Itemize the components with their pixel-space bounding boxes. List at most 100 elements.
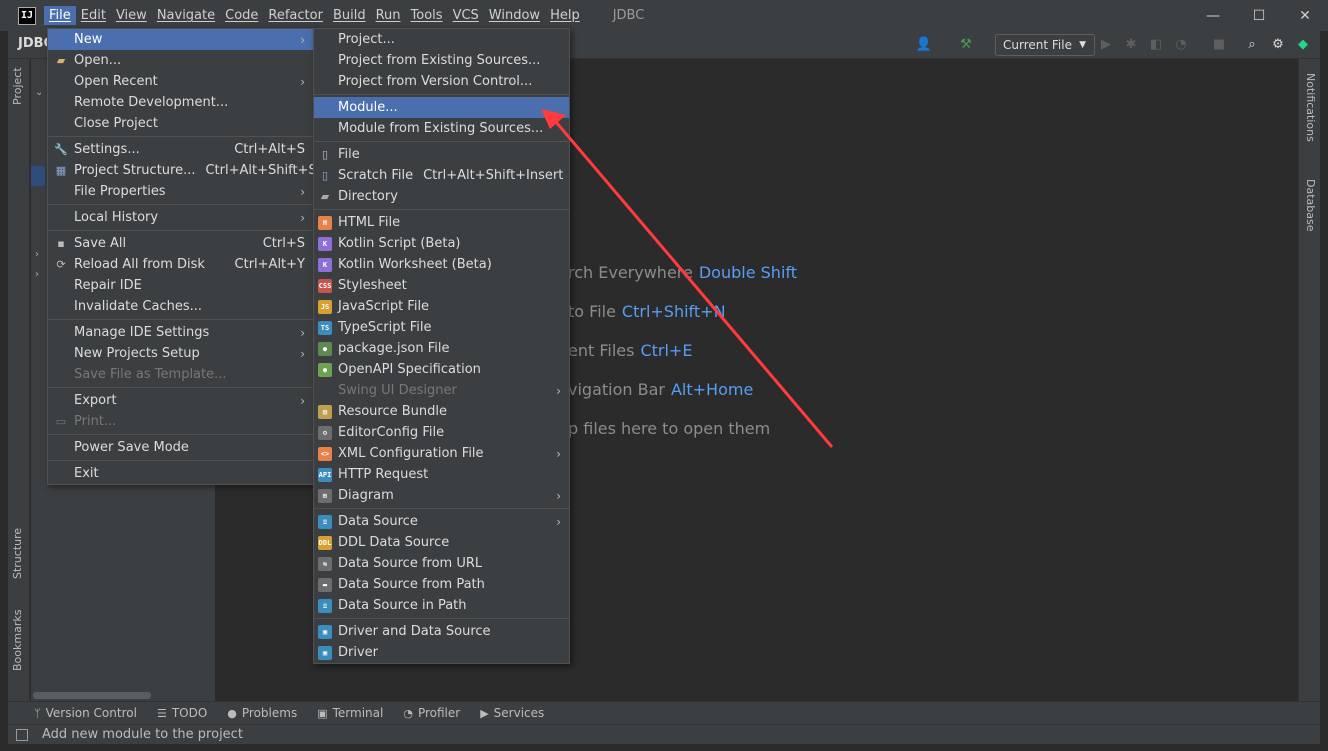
layout-toggle-icon[interactable] — [16, 728, 28, 741]
menu-item-module[interactable]: Module... — [314, 97, 569, 118]
menu-item-close-project[interactable]: Close Project — [48, 113, 313, 134]
menu-item-ddl-data-source[interactable]: DDL DDL Data Source — [314, 532, 569, 553]
menu-item-repair-ide[interactable]: Repair IDE — [48, 275, 313, 296]
coverage-icon[interactable]: ◧ — [1148, 36, 1164, 52]
menu-item-html-file[interactable]: H HTML File — [314, 212, 569, 233]
driver-data-source-icon: ▣ — [318, 624, 332, 639]
menu-item-module-from-existing-sources[interactable]: Module from Existing Sources... — [314, 118, 569, 139]
toolbox-icon[interactable]: ◆ — [1295, 36, 1311, 52]
menu-vcs[interactable]: VCS — [448, 6, 484, 25]
minimize-button[interactable]: — — [1190, 0, 1236, 31]
run-configuration-dropdown[interactable]: Current File ▼ — [995, 34, 1095, 56]
menu-item-file[interactable]: ▯ File — [314, 144, 569, 165]
menu-item-diagram[interactable]: ⊞ Diagram › — [314, 485, 569, 506]
menu-item-xml-configuration-file[interactable]: <> XML Configuration File › — [314, 443, 569, 464]
bottom-tool-label: Profiler — [417, 706, 461, 720]
blank-icon-slot — [54, 326, 68, 340]
structure-tool-tab[interactable]: Structure — [11, 528, 24, 579]
blank-icon-slot — [318, 101, 332, 115]
menu-item-label: Settings... — [74, 142, 140, 157]
menu-item-local-history[interactable]: Local History › — [48, 207, 313, 228]
blank-icon-slot — [318, 122, 332, 136]
user-icon[interactable]: 👤 — [916, 36, 932, 52]
bottom-tool-profiler[interactable]: ◔ Profiler — [403, 706, 460, 720]
menu-item-label: Driver and Data Source — [338, 624, 491, 639]
stylesheet-icon: CSS — [318, 278, 332, 293]
menu-build[interactable]: Build — [328, 6, 371, 25]
menu-item-data-source-in-path[interactable]: ≡ Data Source in Path — [314, 595, 569, 616]
menu-item-manage-ide-settings[interactable]: Manage IDE Settings › — [48, 322, 313, 343]
menu-item-open[interactable]: ▰ Open... — [48, 50, 313, 71]
menu-item-invalidate-caches[interactable]: Invalidate Caches... — [48, 296, 313, 317]
menu-item-open-recent[interactable]: Open Recent › — [48, 71, 313, 92]
menu-refactor[interactable]: Refactor — [263, 6, 328, 25]
menu-item-exit[interactable]: Exit — [48, 463, 313, 484]
menu-code[interactable]: Code — [220, 6, 263, 25]
menu-item-data-source-from-path[interactable]: ▬ Data Source from Path — [314, 574, 569, 595]
bottom-tool-version-control[interactable]: ᛘ Version Control — [34, 706, 137, 720]
menu-item-http-request[interactable]: API HTTP Request — [314, 464, 569, 485]
horizontal-scrollbar[interactable] — [33, 692, 151, 699]
gear-icon[interactable]: ⚙ — [1270, 36, 1286, 52]
menu-item-editorconfig-file[interactable]: ⚙ EditorConfig File — [314, 422, 569, 443]
search-icon[interactable]: ⌕ — [1244, 36, 1260, 52]
menu-run[interactable]: Run — [371, 6, 406, 25]
menu-edit[interactable]: Edit — [76, 6, 111, 25]
menu-item-remote-development[interactable]: Remote Development... — [48, 92, 313, 113]
bottom-tool-terminal[interactable]: ▣ Terminal — [317, 706, 383, 720]
menu-item-project[interactable]: Project... — [314, 29, 569, 50]
menu-item-directory[interactable]: ▰ Directory — [314, 186, 569, 207]
menu-item-package-json-file[interactable]: ● package.json File — [314, 338, 569, 359]
menu-item-project-from-version-control[interactable]: Project from Version Control... — [314, 71, 569, 92]
bottom-tool-problems[interactable]: ● Problems — [227, 706, 297, 720]
database-tool-tab[interactable]: Database — [1304, 179, 1317, 232]
menu-item-driver-and-data-source[interactable]: ▣ Driver and Data Source — [314, 621, 569, 642]
menu-item-reload-all-from-disk[interactable]: ⟳ Reload All from Disk Ctrl+Alt+Y — [48, 254, 313, 275]
bottom-tool-services[interactable]: ▶ Services — [480, 706, 544, 720]
menu-item-kotlin-script-beta[interactable]: K Kotlin Script (Beta) — [314, 233, 569, 254]
menu-item-power-save-mode[interactable]: Power Save Mode — [48, 437, 313, 458]
window-controls: — ☐ ✕ — [1190, 0, 1328, 31]
chevron-right-icon[interactable]: › — [35, 269, 39, 280]
menu-item-new[interactable]: New › — [48, 29, 313, 50]
menu-item-driver[interactable]: ▣ Driver — [314, 642, 569, 663]
menu-item-save-all[interactable]: ▪ Save All Ctrl+S — [48, 233, 313, 254]
menu-item-kotlin-worksheet-beta[interactable]: K Kotlin Worksheet (Beta) — [314, 254, 569, 275]
menu-item-resource-bundle[interactable]: ▥ Resource Bundle — [314, 401, 569, 422]
menu-item-stylesheet[interactable]: CSS Stylesheet — [314, 275, 569, 296]
menu-item-settings[interactable]: 🔧 Settings... Ctrl+Alt+S — [48, 139, 313, 160]
menu-item-new-projects-setup[interactable]: New Projects Setup › — [48, 343, 313, 364]
menu-item-shortcut: Ctrl+Alt+Shift+S — [205, 163, 317, 178]
menu-item-typescript-file[interactable]: TS TypeScript File — [314, 317, 569, 338]
chevron-down-icon[interactable]: ⌄ — [35, 87, 43, 98]
menu-item-scratch-file[interactable]: ▯ Scratch File Ctrl+Alt+Shift+Insert — [314, 165, 569, 186]
chevron-right-icon[interactable]: › — [35, 249, 39, 260]
menu-item-project-structure[interactable]: ▦ Project Structure... Ctrl+Alt+Shift+S — [48, 160, 317, 181]
run-icon[interactable]: ▶ — [1098, 36, 1114, 52]
menu-file[interactable]: File — [44, 6, 76, 25]
menu-item-data-source-from-url[interactable]: ⇆ Data Source from URL — [314, 553, 569, 574]
menu-navigate[interactable]: Navigate — [152, 6, 220, 25]
maximize-button[interactable]: ☐ — [1236, 0, 1282, 31]
stop-icon[interactable]: ■ — [1211, 36, 1227, 52]
bottom-tool-todo[interactable]: ☰ TODO — [157, 706, 207, 720]
menu-item-project-from-existing-sources[interactable]: Project from Existing Sources... — [314, 50, 569, 71]
menu-item-export[interactable]: Export › — [48, 390, 313, 411]
project-tool-tab[interactable]: Project — [11, 67, 24, 105]
menu-view[interactable]: View — [111, 6, 152, 25]
profiler-icon: ◔ — [403, 706, 413, 720]
notifications-tool-tab[interactable]: Notifications — [1304, 73, 1317, 142]
menu-item-data-source[interactable]: ≡ Data Source › — [314, 511, 569, 532]
debug-icon[interactable]: ✱ — [1123, 36, 1139, 52]
profile-icon[interactable]: ◔ — [1173, 36, 1189, 52]
build-hammer-icon[interactable]: ⚒ — [958, 36, 974, 52]
menu-window[interactable]: Window — [484, 6, 545, 25]
close-window-button[interactable]: ✕ — [1282, 0, 1328, 31]
menu-help[interactable]: Help — [545, 6, 585, 25]
menu-item-openapi-specification[interactable]: ● OpenAPI Specification — [314, 359, 569, 380]
menu-tools[interactable]: Tools — [406, 6, 448, 25]
bookmarks-tool-tab[interactable]: Bookmarks — [11, 610, 24, 671]
menu-item-javascript-file[interactable]: JS JavaScript File — [314, 296, 569, 317]
menu-item-file-properties[interactable]: File Properties › — [48, 181, 313, 202]
menu-separator — [48, 385, 313, 388]
